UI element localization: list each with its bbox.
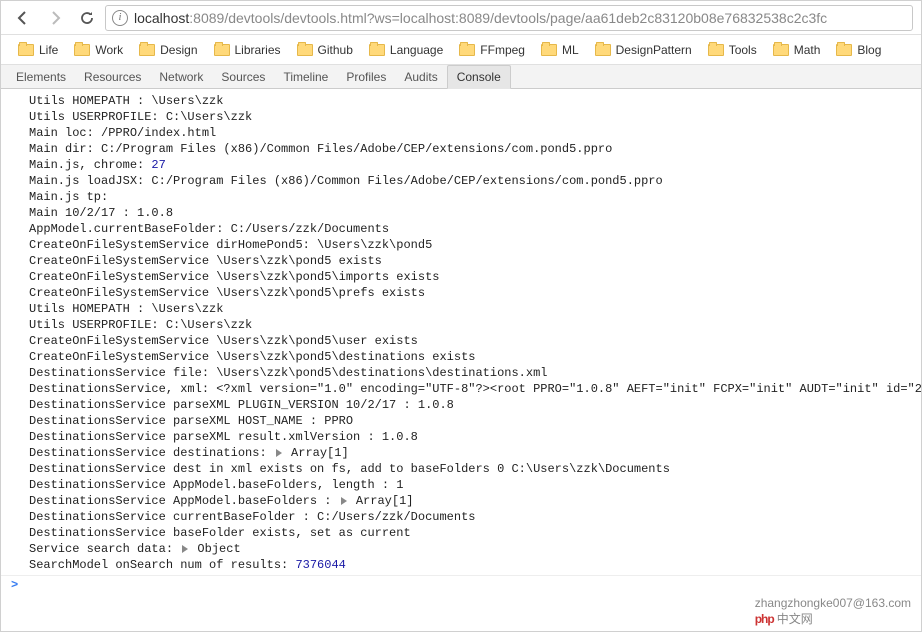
folder-icon xyxy=(595,44,611,56)
console-log-line: DestinationsService AppModel.baseFolders… xyxy=(1,477,921,493)
console-log-line: SearchModel onSearch num of results: 737… xyxy=(1,557,921,573)
footer-email: zhangzhongke007@163.com xyxy=(755,596,911,610)
expand-triangle-icon[interactable] xyxy=(182,545,188,553)
browser-toolbar: i localhost:8089/devtools/devtools.html?… xyxy=(1,1,921,35)
devtools-tabs: ElementsResourcesNetworkSourcesTimelineP… xyxy=(1,65,921,89)
console-input[interactable] xyxy=(28,578,917,592)
footer-brand: php xyxy=(755,612,774,626)
back-button[interactable] xyxy=(9,4,37,32)
reload-button[interactable] xyxy=(73,4,101,32)
bookmarks-bar: Life Work Design Libraries Github Language FFm… xyxy=(1,35,921,65)
console-log-line: Main loc: /PPRO/index.html xyxy=(1,125,921,141)
tab-resources[interactable]: Resources xyxy=(75,66,150,88)
tab-sources[interactable]: Sources xyxy=(212,66,274,88)
bookmark-folder[interactable]: FFmpeg xyxy=(452,40,532,60)
forward-button[interactable] xyxy=(41,4,69,32)
console-log-line: DestinationsService baseFolder exists, s… xyxy=(1,525,921,541)
console-log-line: DestinationsService parseXML result.xmlV… xyxy=(1,429,921,445)
console-log-line: CreateOnFileSystemService \Users\zzk\pon… xyxy=(1,253,921,269)
folder-icon xyxy=(214,44,230,56)
console-log-line: Utils USERPROFILE: C:\Users\zzk xyxy=(1,317,921,333)
console-log-line: Main.js, chrome: 27 xyxy=(1,157,921,173)
bookmark-label: Libraries xyxy=(235,43,281,57)
bookmark-label: Language xyxy=(390,43,443,57)
bookmark-label: Blog xyxy=(857,43,881,57)
tab-timeline[interactable]: Timeline xyxy=(274,66,337,88)
console-log-line: Main.js tp: xyxy=(1,189,921,205)
footer-brandtxt: 中文网 xyxy=(777,612,813,626)
tab-profiles[interactable]: Profiles xyxy=(337,66,395,88)
console-log-line: Utils HOMEPATH : \Users\zzk xyxy=(1,301,921,317)
folder-icon xyxy=(139,44,155,56)
expand-triangle-icon[interactable] xyxy=(341,497,347,505)
footer-watermark: zhangzhongke007@163.com php中文网 xyxy=(755,596,911,627)
console-log-line: DestinationsService file: \Users\zzk\pon… xyxy=(1,365,921,381)
bookmark-folder[interactable]: Work xyxy=(67,40,130,60)
console-log-line: Main dir: C:/Program Files (x86)/Common … xyxy=(1,141,921,157)
tab-network[interactable]: Network xyxy=(150,66,212,88)
console-log-line: DestinationsService parseXML HOST_NAME :… xyxy=(1,413,921,429)
console-log-line: CreateOnFileSystemService dirHomePond5: … xyxy=(1,237,921,253)
tab-console[interactable]: Console xyxy=(447,65,511,89)
bookmark-label: Life xyxy=(39,43,58,57)
console-log-line: DestinationsService, xml: <?xml version=… xyxy=(1,381,921,397)
bookmark-folder[interactable]: Libraries xyxy=(207,40,288,60)
console-log-line: DestinationsService currentBaseFolder : … xyxy=(1,509,921,525)
expand-triangle-icon[interactable] xyxy=(276,449,282,457)
folder-icon xyxy=(541,44,557,56)
tab-elements[interactable]: Elements xyxy=(7,66,75,88)
folder-icon xyxy=(459,44,475,56)
console-log-line: DestinationsService destinations: Array[… xyxy=(1,445,921,461)
bookmark-folder[interactable]: Blog xyxy=(829,40,888,60)
url-port: :8089 xyxy=(189,10,224,26)
prompt-chevron-icon: > xyxy=(11,577,18,593)
url-path: /devtools/devtools.html?ws=localhost:808… xyxy=(224,10,827,26)
bookmark-label: ML xyxy=(562,43,579,57)
folder-icon xyxy=(18,44,34,56)
bookmark-label: DesignPattern xyxy=(616,43,692,57)
console-log-line: DestinationsService parseXML PLUGIN_VERS… xyxy=(1,397,921,413)
url-host: localhost xyxy=(134,10,189,26)
bookmark-folder[interactable]: Github xyxy=(290,40,360,60)
folder-icon xyxy=(369,44,385,56)
folder-icon xyxy=(836,44,852,56)
folder-icon xyxy=(297,44,313,56)
bookmark-label: Github xyxy=(318,43,353,57)
console-panel: Utils HOMEPATH : \Users\zzkUtils USERPRO… xyxy=(1,89,921,611)
console-log-line: Main.js loadJSX: C:/Program Files (x86)/… xyxy=(1,173,921,189)
bookmark-folder[interactable]: Tools xyxy=(701,40,764,60)
console-log-line: Main 10/2/17 : 1.0.8 xyxy=(1,205,921,221)
console-log-line: Service search data: Object xyxy=(1,541,921,557)
console-log-line: Utils USERPROFILE: C:\Users\zzk xyxy=(1,109,921,125)
info-icon[interactable]: i xyxy=(112,10,128,26)
bookmark-folder[interactable]: Language xyxy=(362,40,450,60)
tab-audits[interactable]: Audits xyxy=(395,66,446,88)
console-log-line: Utils HOMEPATH : \Users\zzk xyxy=(1,93,921,109)
console-log-line: AppModel.currentBaseFolder: C:/Users/zzk… xyxy=(1,221,921,237)
console-prompt[interactable]: > xyxy=(1,575,921,594)
bookmark-label: Work xyxy=(95,43,123,57)
bookmark-label: Math xyxy=(794,43,821,57)
folder-icon xyxy=(773,44,789,56)
bookmark-label: Design xyxy=(160,43,197,57)
console-log-line: CreateOnFileSystemService \Users\zzk\pon… xyxy=(1,285,921,301)
bookmark-label: FFmpeg xyxy=(480,43,525,57)
folder-icon xyxy=(708,44,724,56)
console-log-line: DestinationsService dest in xml exists o… xyxy=(1,461,921,477)
bookmark-folder[interactable]: DesignPattern xyxy=(588,40,699,60)
bookmark-folder[interactable]: ML xyxy=(534,40,586,60)
bookmark-folder[interactable]: Life xyxy=(11,40,65,60)
console-log-line: CreateOnFileSystemService \Users\zzk\pon… xyxy=(1,333,921,349)
console-log-line: DestinationsService AppModel.baseFolders… xyxy=(1,493,921,509)
url-bar[interactable]: i localhost:8089/devtools/devtools.html?… xyxy=(105,5,913,31)
bookmark-label: Tools xyxy=(729,43,757,57)
console-log-line: CreateOnFileSystemService \Users\zzk\pon… xyxy=(1,269,921,285)
bookmark-folder[interactable]: Design xyxy=(132,40,204,60)
console-log-line: CreateOnFileSystemService \Users\zzk\pon… xyxy=(1,349,921,365)
folder-icon xyxy=(74,44,90,56)
bookmark-folder[interactable]: Math xyxy=(766,40,828,60)
